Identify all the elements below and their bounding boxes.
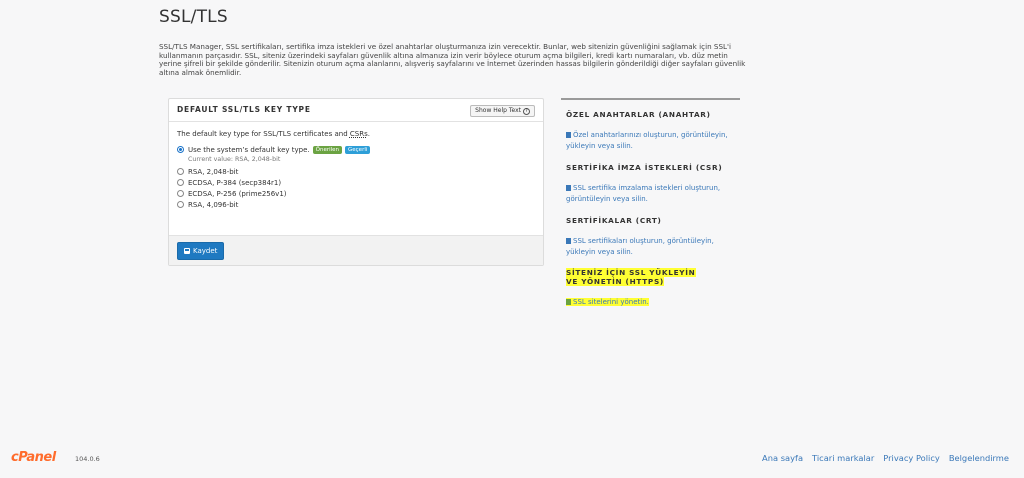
document-icon [566,185,571,191]
option-label: RSA, 2,048-bit [188,167,239,176]
radio-system-default[interactable] [177,146,184,153]
default-key-type-panel: DEFAULT SSL/TLS KEY TYPE Show Help Text … [168,98,544,266]
page-title: SSL/TLS [159,7,228,27]
csr-abbr: CSRs [349,130,368,138]
current-value-text: Current value: RSA, 2,048-bit [188,156,281,163]
footer-link-home[interactable]: Ana sayfa [762,453,803,463]
document-icon [566,299,571,305]
panel-footer: Kaydet [169,235,543,265]
document-icon [566,132,571,138]
option-label: Use the system’s default key type. [188,145,310,154]
document-icon [566,238,571,244]
option-ecdsa-p256[interactable]: ECDSA, P-256 (prime256v1) [177,188,535,199]
footer-link-privacy[interactable]: Privacy Policy [883,453,940,463]
floppy-disk-icon [184,248,190,254]
option-ecdsa-p384[interactable]: ECDSA, P-384 (secp384r1) [177,177,535,188]
cpanel-logo[interactable]: cPanel [11,450,56,465]
page-intro: SSL/TLS Manager, SSL sertifikaları, sert… [159,42,746,77]
sidebar-link-private-keys[interactable]: Özel anahtarlarınızı oluşturun, görüntül… [566,130,738,151]
option-label: RSA, 4,096-bit [188,200,239,209]
show-help-text-button[interactable]: Show Help Text ? [470,105,535,117]
sidebar-heading-private-keys: ÖZEL ANAHTARLAR (ANAHTAR) [566,110,711,119]
radio-rsa-2048[interactable] [177,168,184,175]
option-rsa-2048[interactable]: RSA, 2,048-bit [177,166,535,177]
option-rsa-4096[interactable]: RSA, 4,096-bit [177,199,535,210]
sidebar: ÖZEL ANAHTARLAR (ANAHTAR) Özel anahtarla… [561,98,740,306]
panel-header: DEFAULT SSL/TLS KEY TYPE Show Help Text … [169,99,543,122]
radio-ecdsa-p384[interactable] [177,179,184,186]
panel-title: DEFAULT SSL/TLS KEY TYPE [177,105,311,114]
save-button[interactable]: Kaydet [177,242,225,260]
sidebar-link-certificates[interactable]: SSL sertifikaları oluşturun, görüntüleyi… [566,236,738,257]
sidebar-link-csr[interactable]: SSL sertifika imzalama istekleri oluştur… [566,183,738,204]
version-text: 104.0.6 [75,455,100,463]
footer-link-trademarks[interactable]: Ticari markalar [812,453,874,463]
footer-link-documentation[interactable]: Belgelendirme [949,453,1009,463]
question-circle-icon: ? [523,107,530,115]
recommended-badge: Önerilen [312,145,343,154]
sidebar-divider [561,98,740,100]
current-badge: Geçerli [345,145,371,154]
option-label: ECDSA, P-384 (secp384r1) [188,178,282,187]
option-label: ECDSA, P-256 (prime256v1) [188,189,287,198]
key-type-description: The default key type for SSL/TLS certifi… [177,130,370,138]
help-button-label: Show Help Text [475,107,521,114]
sidebar-heading-https: SİTENİZ İÇİN SSL YÜKLEYİN VE YÖNETİN (HT… [566,268,696,286]
radio-ecdsa-p256[interactable] [177,190,184,197]
footer-links: Ana sayfa Ticari markalar Privacy Policy… [762,453,1009,463]
save-button-label: Kaydet [193,247,218,255]
option-system-default[interactable]: Use the system’s default key type. Öneri… [177,144,535,155]
sidebar-heading-certificates: SERTİFİKALAR (CRT) [566,216,662,225]
sidebar-heading-csr: SERTİFİKA İMZA İSTEKLERİ (CSR) [566,163,723,172]
radio-rsa-4096[interactable] [177,201,184,208]
sidebar-link-manage-ssl-sites[interactable]: SSL sitelerini yönetin. [566,297,738,308]
panel-body: The default key type for SSL/TLS certifi… [169,122,543,210]
